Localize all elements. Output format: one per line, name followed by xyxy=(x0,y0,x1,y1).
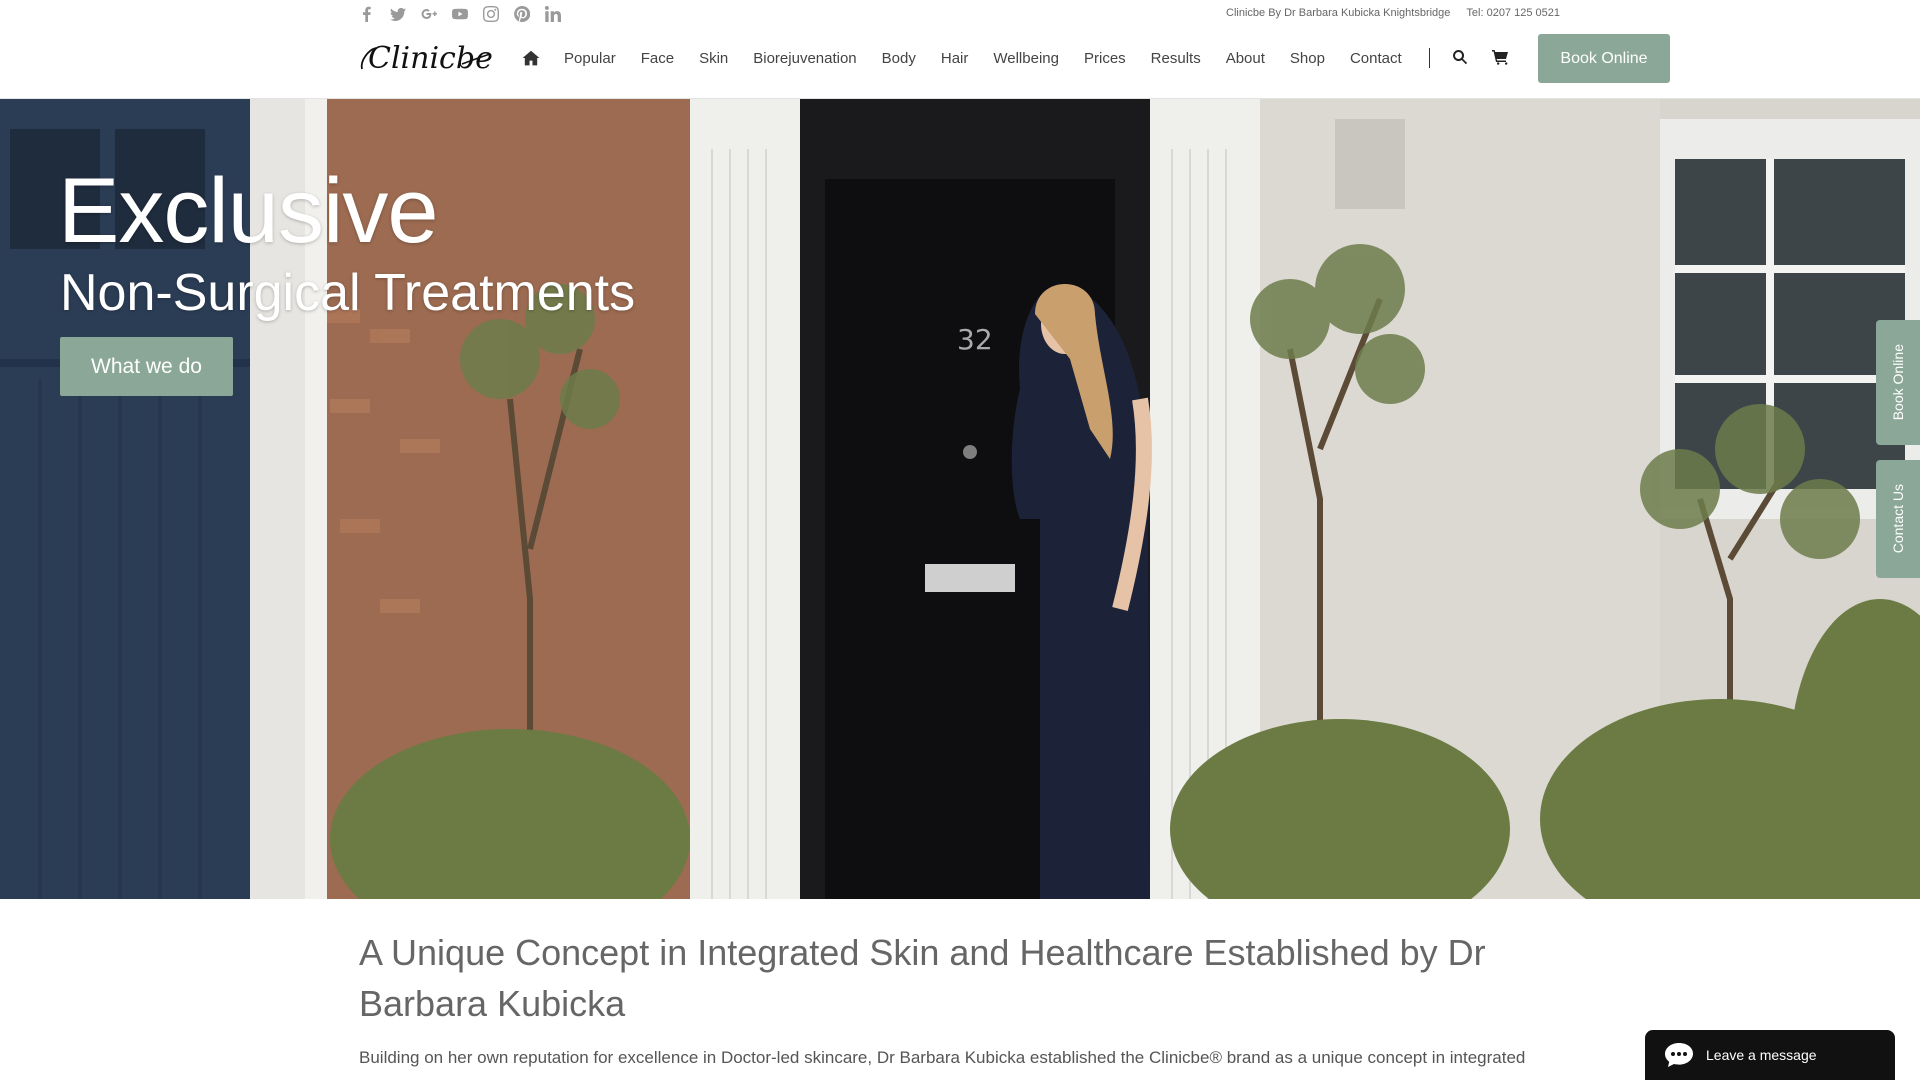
what-we-do-button[interactable]: What we do xyxy=(60,337,233,396)
clinic-name: Clinicbe By Dr Barbara Kubicka Knightsbr… xyxy=(1226,7,1451,19)
intro-section: A Unique Concept in Integrated Skin and … xyxy=(359,927,1589,1068)
nav-skin[interactable]: Skin xyxy=(699,50,728,67)
nav-prices[interactable]: Prices xyxy=(1084,50,1126,67)
side-tab-book-online[interactable]: Book Online xyxy=(1876,320,1920,445)
book-online-button[interactable]: Book Online xyxy=(1538,34,1670,83)
nav-biorejuvenation[interactable]: Biorejuvenation xyxy=(753,50,856,67)
nav-results[interactable]: Results xyxy=(1151,50,1201,67)
twitter-icon[interactable] xyxy=(389,5,407,23)
hero-title: Exclusive xyxy=(58,160,439,262)
facebook-icon[interactable] xyxy=(358,5,376,23)
nav-contact[interactable]: Contact xyxy=(1350,50,1402,67)
cart-icon[interactable] xyxy=(1491,49,1510,67)
clinicbe-logo[interactable]: Clinicbe xyxy=(358,36,494,78)
top-utility-bar: Clinicbe By Dr Barbara Kubicka Knightsbr… xyxy=(0,0,1920,30)
pinterest-icon[interactable] xyxy=(513,5,531,23)
nav-wellbeing[interactable]: Wellbeing xyxy=(993,50,1059,67)
hero-subtitle: Non-Surgical Treatments xyxy=(60,264,636,322)
phone-number[interactable]: Tel: 0207 125 0521 xyxy=(1466,7,1560,19)
door-number: 32 xyxy=(957,323,993,356)
intro-heading: A Unique Concept in Integrated Skin and … xyxy=(359,932,1486,1024)
home-icon[interactable] xyxy=(522,48,542,68)
google-plus-icon[interactable] xyxy=(420,5,438,23)
youtube-icon[interactable] xyxy=(451,5,469,23)
hero-banner: 32 Exclusive Non-Surgical Treatments Wha… xyxy=(0,99,1920,899)
nav-hair[interactable]: Hair xyxy=(941,50,969,67)
search-icon[interactable] xyxy=(1452,49,1470,67)
logo-text: Clinicbe xyxy=(368,41,493,76)
chat-label: Leave a message xyxy=(1706,1047,1817,1063)
top-contact-info: Clinicbe By Dr Barbara Kubicka Knightsbr… xyxy=(1226,7,1560,19)
nav-popular[interactable]: Popular xyxy=(564,50,616,67)
main-header: Clinicbe Popular Face Skin Biorejuvenati… xyxy=(0,30,1920,99)
chat-widget[interactable]: Leave a message xyxy=(1645,1030,1895,1080)
intro-paragraph: Building on her own reputation for excel… xyxy=(359,1048,1526,1067)
side-tab-contact-us[interactable]: Contact Us xyxy=(1876,460,1920,578)
linkedin-icon[interactable] xyxy=(544,5,562,23)
nav-shop[interactable]: Shop xyxy=(1290,50,1325,67)
nav-divider xyxy=(1428,48,1430,68)
side-tab-book-label: Book Online xyxy=(1890,344,1906,421)
nav-face[interactable]: Face xyxy=(641,50,674,67)
nav-about[interactable]: About xyxy=(1226,50,1265,67)
chat-bubble-icon xyxy=(1665,1043,1693,1067)
nav-body[interactable]: Body xyxy=(882,50,916,67)
social-links xyxy=(358,5,562,23)
instagram-icon[interactable] xyxy=(482,5,500,23)
side-tab-contact-label: Contact Us xyxy=(1890,484,1906,554)
main-navigation: Popular Face Skin Biorejuvenation Body H… xyxy=(522,44,1532,72)
